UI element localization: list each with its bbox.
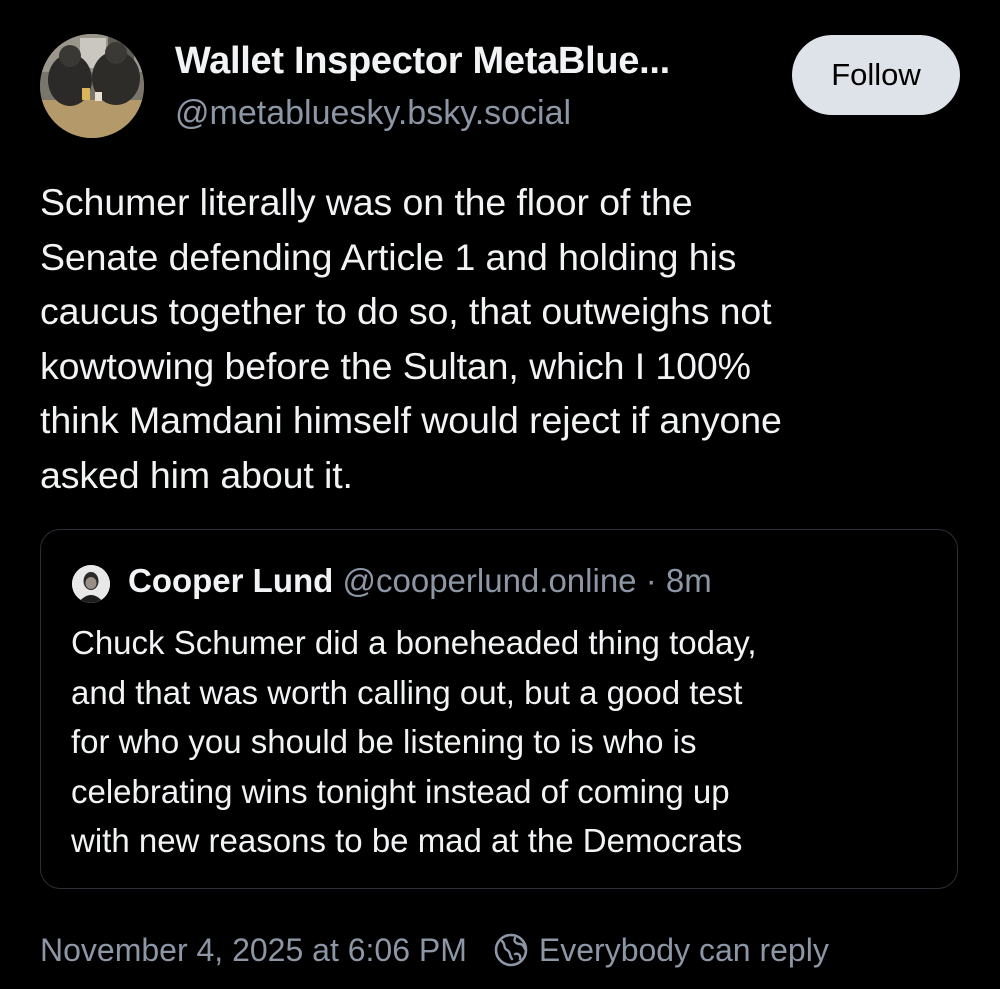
- author-avatar-image: [40, 34, 144, 138]
- quoted-post-time: 8m: [665, 562, 712, 599]
- post-text: Schumer literally was on the floor of th…: [40, 181, 782, 496]
- author-avatar[interactable]: [40, 34, 144, 138]
- author-display-name[interactable]: Wallet Inspector MetaBlue...: [175, 40, 670, 83]
- quoted-author-avatar-image: [72, 565, 110, 603]
- reply-setting[interactable]: Everybody can reply: [493, 932, 829, 969]
- post-timestamp: November 4, 2025 at 6:06 PM: [40, 931, 467, 968]
- post-thread-item: Wallet Inspector MetaBlue... @metabluesk…: [0, 0, 1000, 989]
- quoted-author-handle: @cooperlund.online: [342, 562, 637, 599]
- meta-separator: ·: [645, 562, 657, 599]
- quoted-post-card[interactable]: Cooper Lund @cooperlund.online · 8m Chuc…: [40, 529, 958, 889]
- author-handle[interactable]: @metabluesky.bsky.social: [175, 94, 571, 133]
- quoted-author-avatar: [72, 565, 110, 603]
- quoted-post-meta: Cooper Lund @cooperlund.online · 8m: [128, 562, 712, 600]
- globe-icon: [494, 933, 528, 967]
- post-footer: November 4, 2025 at 6:06 PM Everybody ca…: [40, 928, 829, 972]
- quoted-post-text: Chuck Schumer did a boneheaded thing tod…: [71, 624, 757, 859]
- quoted-author-name: Cooper Lund: [128, 562, 334, 599]
- reply-setting-label: Everybody can reply: [538, 931, 829, 968]
- follow-button[interactable]: Follow: [792, 35, 960, 115]
